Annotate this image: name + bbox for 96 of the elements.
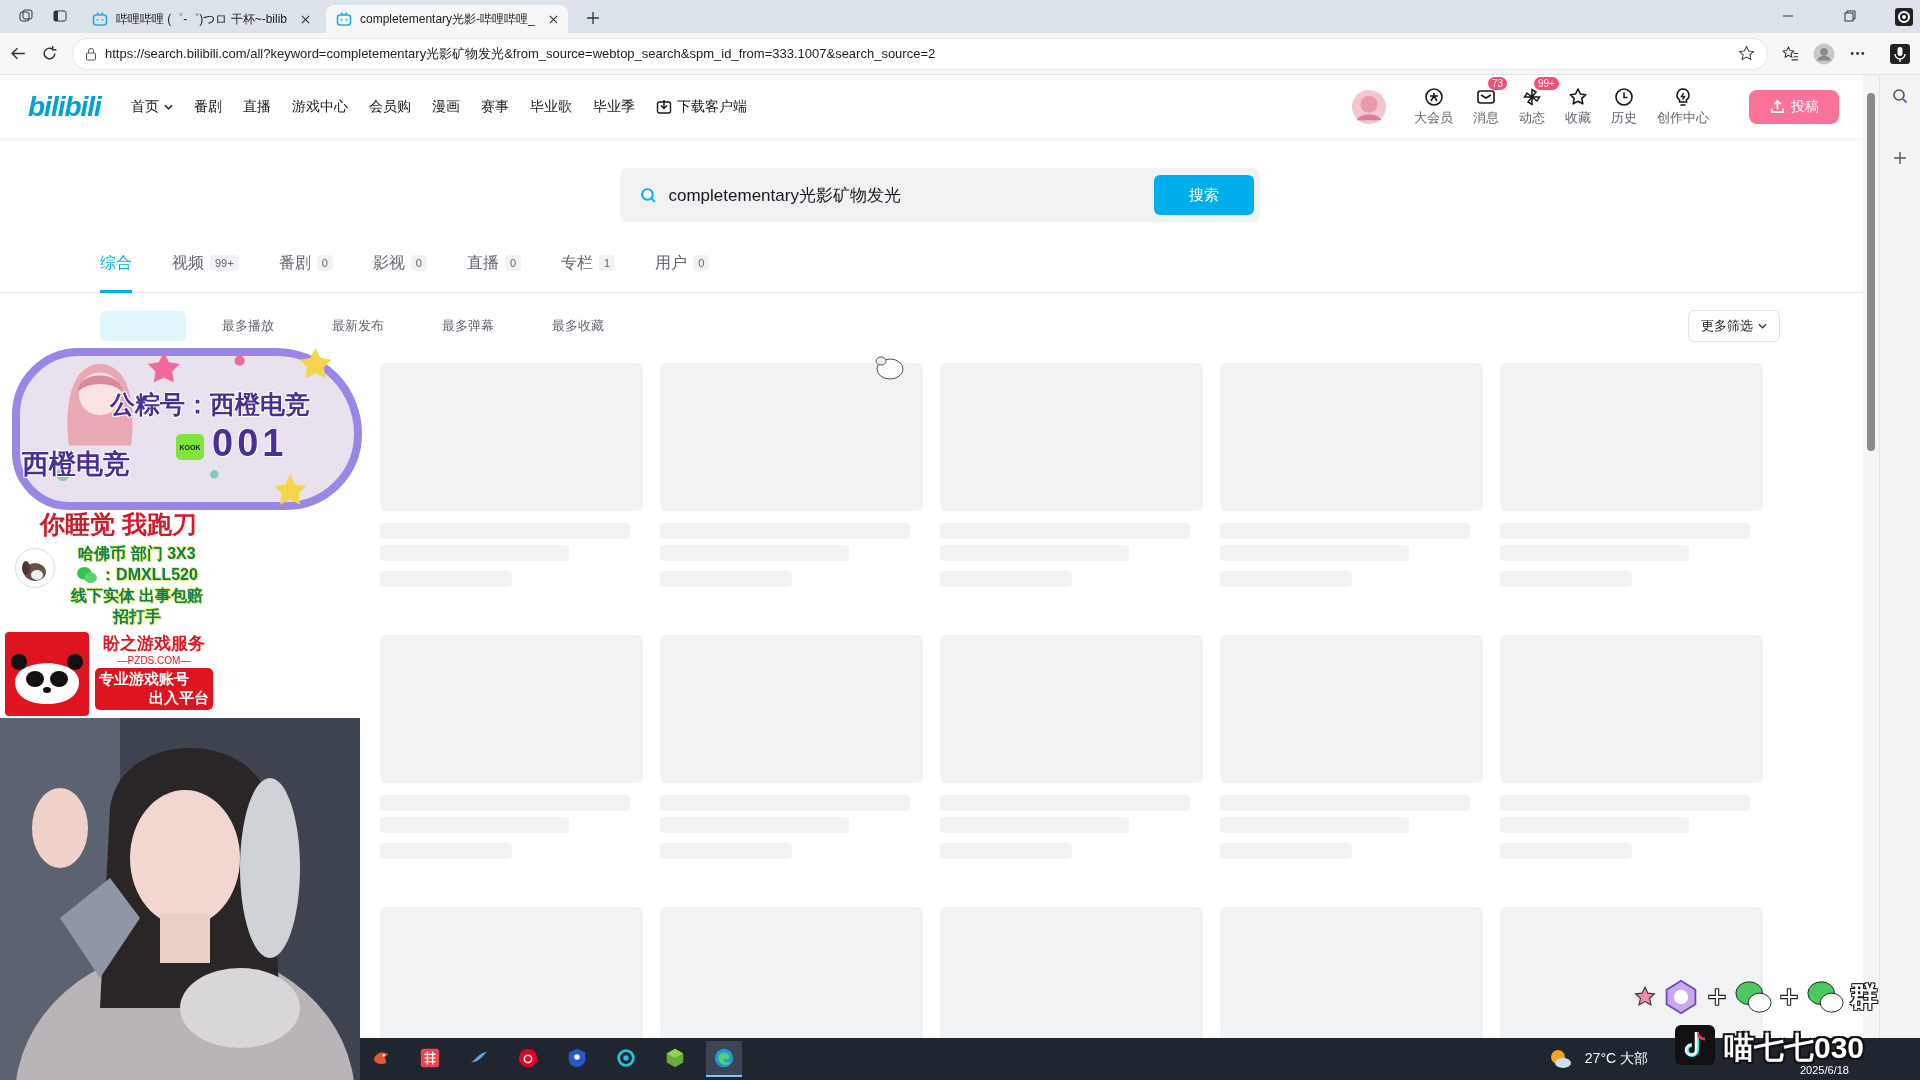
record-icon[interactable] [1894,7,1914,27]
channel-number: 001 [212,422,288,465]
sort-option[interactable]: 最多播放 [210,311,296,341]
search-field[interactable]: completementary光影矿物发光 搜索 [619,168,1260,222]
restore-icon[interactable] [1844,10,1856,22]
count-badge: 73 [1488,76,1508,90]
category-tab[interactable]: 用户 0 [655,240,710,293]
sort-option[interactable]: 最新发布 [320,311,406,341]
count-badge: 0 [410,255,427,271]
nav-link[interactable]: 赛事 [480,97,509,116]
browser-icon [714,1048,734,1068]
sheep-icon [874,354,904,380]
tv-icon [336,11,352,27]
plus-icon [1706,986,1728,1008]
cube-icon [666,1048,684,1068]
chat-bubbles-icon [76,565,99,584]
category-tab[interactable]: 番剧 0 [278,240,333,293]
promo-text: 招打手 [113,607,161,627]
browser-tab[interactable]: 哔哩哔哩 (゜-゜)つロ 干杯~-bilib [82,5,320,33]
address-field[interactable]: https://search.bilibili.com/all?keyword=completementary光影矿物发光&from_source=webtop_search&spm_id_from=333.1007&search_source=2 [72,37,1768,70]
circle-emblem-icon [1423,86,1444,107]
music-icon [518,1048,538,1068]
avatar-icon[interactable] [1352,89,1386,124]
close-icon[interactable] [301,14,310,24]
plus-icon [1778,986,1800,1008]
nav-link[interactable]: 会员购 [368,97,411,116]
nav-link[interactable]: 毕业季 [592,97,635,116]
favorites-icon[interactable] [1782,45,1799,62]
scrollbar-thumb[interactable] [1867,93,1875,451]
panda-logo-icon [5,632,89,716]
search-icon[interactable] [1892,88,1908,104]
star-icon[interactable] [1738,45,1755,62]
lock-icon [85,46,97,61]
caret-icon [163,103,173,110]
ad-website: —PZDS.COM— [117,655,191,666]
promo-text: 哈佛币 部门 3X3 [78,544,196,564]
ad-banner: 专业游戏账号 出入平台 [95,668,213,710]
count-badge: 1 [599,255,616,271]
refresh-icon[interactable] [41,45,58,62]
nav-link[interactable]: 毕业歌 [529,97,572,116]
sort-option[interactable]: 最多收藏 [540,311,626,341]
pinwheel-icon [1522,86,1542,107]
category-tab[interactable]: 影视 0 [372,240,427,293]
close-icon[interactable] [548,14,558,24]
upload-icon [1769,99,1785,114]
group-label: 群 [1850,980,1878,1014]
browser-tab[interactable]: completementary光影-哔哩哔哩_ [326,5,568,33]
dog-avatar-icon [15,548,55,588]
category-tab[interactable]: 直播 0 [466,240,522,293]
weather-text[interactable]: 27°C 大部 [1584,1050,1648,1068]
nav-link[interactable]: 首页 [130,97,173,116]
star-icon [1568,86,1588,107]
category-tab[interactable]: 专栏 1 [561,240,616,293]
search-icon [639,186,657,204]
nav-link[interactable]: 下载客户端 [655,97,747,116]
download-icon [655,98,672,115]
sort-option[interactable]: 最多弹幕 [430,311,516,341]
microphone-icon[interactable] [1890,43,1910,64]
category-tab[interactable]: 视频 99+ [172,240,239,293]
star-icon [1634,986,1656,1008]
banner-title: 公粽号：西橙电竞 [110,389,310,420]
nav-link[interactable]: 直播 [242,97,271,116]
brand-name: 西橙电竞 [22,448,130,481]
bird-icon [373,1052,389,1065]
new-tab-icon[interactable] [585,11,600,25]
count-badge: 0 [316,255,333,271]
shield-icon [568,1048,586,1068]
grid-icon [420,1048,440,1068]
workspaces-icon[interactable] [18,8,34,24]
chat-bubbles-icon [1806,979,1844,1015]
promo-text: ：DMXLL520 [100,565,198,585]
count-badge: 0 [693,255,710,271]
tab-actions-icon[interactable] [52,8,68,24]
streamer-name: 喵七七030 [1724,1030,1865,1066]
profile-icon[interactable] [1813,42,1835,65]
slogan-text: 你睡觉 我跑刀 [40,509,197,540]
promo-text: 线下实体 出事包赔 [70,586,204,606]
count-badge: 99+ [1534,76,1559,90]
music-note-logo-icon [1675,1025,1715,1065]
ad-title: 盼之游戏服务 [103,633,205,655]
nav-link[interactable]: 漫画 [431,97,460,116]
clock-icon [1614,86,1634,107]
tv-icon [92,11,108,27]
taskbar-date[interactable]: 2025/6/18 [1800,1064,1849,1076]
count-badge: 0 [504,255,522,271]
caret-icon [1758,323,1767,329]
back-icon[interactable] [10,45,27,62]
count-badge: 99+ [210,255,239,271]
nav-link[interactable]: 游戏中心 [291,97,348,116]
nav-link[interactable]: 番剧 [193,97,222,116]
lightbulb-icon [1673,86,1693,107]
chat-bubbles-icon [1734,979,1772,1015]
ring-icon [617,1049,635,1067]
more-filters-button[interactable]: 更多筛选 [1688,310,1780,342]
add-icon[interactable] [1892,150,1908,166]
wave-icon [470,1051,488,1063]
